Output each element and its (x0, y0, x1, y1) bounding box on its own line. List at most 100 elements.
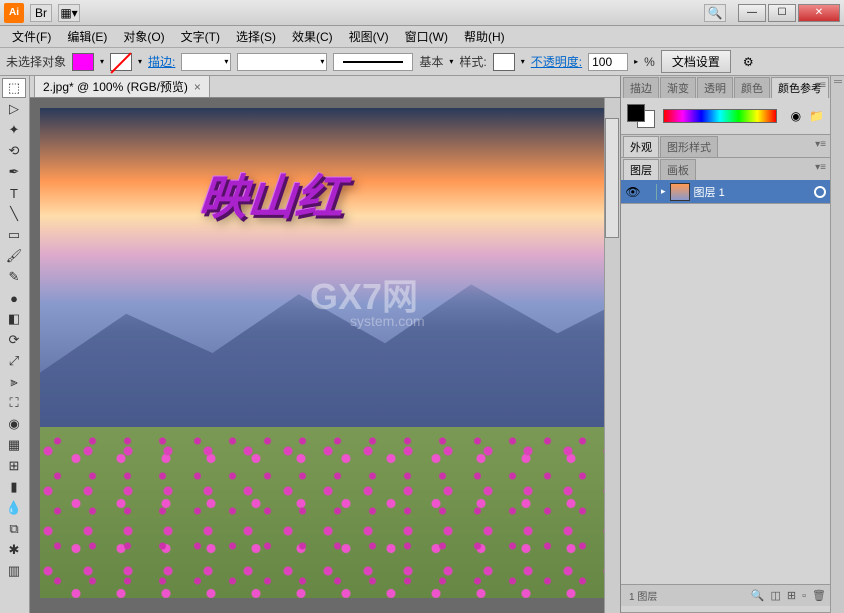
artboard[interactable]: 映山红 GX7网 system.com (40, 108, 615, 598)
layers-empty-area (621, 204, 830, 584)
tab-transparency[interactable]: 透明 (697, 77, 733, 98)
stroke-dropdown-icon[interactable]: ▾ (138, 57, 142, 66)
new-group-icon[interactable]: 📁 (809, 109, 824, 123)
panel-menu-icon[interactable]: ▾≡ (815, 80, 826, 91)
graph-tool[interactable]: ▥ (2, 561, 26, 581)
tab-appearance[interactable]: 外观 (623, 136, 659, 157)
clipping-mask-icon[interactable]: ◫ (771, 589, 781, 602)
free-transform-tool[interactable]: ⛶ (2, 393, 26, 413)
expand-layer-icon[interactable]: ▸ (661, 186, 666, 197)
appearance-panel-group: 外观 图形样式 ▾≡ (621, 135, 830, 158)
gradient-tool[interactable]: ▮ (2, 477, 26, 497)
options-bar: 未选择对象 ▾ ▾ 描边: 基本 ▾ 样式: ▾ 不透明度: ▸ % 文档设置 … (0, 48, 844, 76)
menu-help[interactable]: 帮助(H) (456, 26, 513, 47)
menu-select[interactable]: 选择(S) (228, 26, 284, 47)
tab-color[interactable]: 颜色 (734, 77, 770, 98)
brush-definition[interactable] (333, 53, 413, 71)
menu-effect[interactable]: 效果(C) (284, 26, 341, 47)
arrange-icon[interactable]: ▦▾ (58, 4, 80, 22)
variable-width-profile[interactable] (237, 53, 327, 71)
eraser-tool[interactable]: ◧ (2, 309, 26, 329)
tab-stroke[interactable]: 描边 (623, 77, 659, 98)
style-swatch[interactable] (493, 53, 515, 71)
minimize-button[interactable]: — (738, 4, 766, 22)
stroke-label[interactable]: 描边: (148, 53, 175, 70)
style-dropdown-icon[interactable]: ▾ (521, 57, 525, 66)
scale-tool[interactable]: ⤢ (2, 351, 26, 371)
mesh-tool[interactable]: ⊞ (2, 456, 26, 476)
blend-tool[interactable]: ⧉ (2, 519, 26, 539)
search-icon[interactable]: 🔍 (704, 4, 726, 22)
document-setup-button[interactable]: 文档设置 (661, 50, 731, 73)
pencil-tool[interactable]: ✎ (2, 267, 26, 287)
menu-object[interactable]: 对象(O) (115, 26, 172, 47)
menu-window[interactable]: 窗口(W) (397, 26, 456, 47)
canvas-viewport[interactable]: 映山红 GX7网 system.com (30, 98, 620, 613)
pen-tool[interactable]: ✒ (2, 162, 26, 182)
color-fg-bg[interactable] (627, 104, 655, 128)
magic-wand-tool[interactable]: ✦ (2, 120, 26, 140)
maximize-button[interactable]: ☐ (768, 4, 796, 22)
opacity-slider-icon[interactable]: ▸ (634, 57, 638, 66)
layer-count: 1 图层 (629, 588, 657, 603)
panel-menu-icon[interactable]: ▾≡ (815, 162, 826, 173)
menubar: 文件(F) 编辑(E) 对象(O) 文字(T) 选择(S) 效果(C) 视图(V… (0, 26, 844, 48)
close-tab-icon[interactable]: × (194, 80, 201, 94)
color-spectrum[interactable] (663, 109, 777, 123)
layer-name[interactable]: 图层 1 (694, 184, 810, 200)
panels-area: 描边 渐变 透明 颜色 颜色参考 ▾≡ ◉ (620, 76, 830, 613)
rectangle-tool[interactable]: ▭ (2, 225, 26, 245)
stroke-swatch[interactable] (110, 53, 132, 71)
bridge-icon[interactable]: Br (30, 4, 52, 22)
layer-row[interactable]: 👁 ▸ 图层 1 (621, 180, 830, 204)
tab-gradient[interactable]: 渐变 (660, 77, 696, 98)
stroke-weight-input[interactable] (181, 53, 231, 71)
locate-object-icon[interactable]: 🔍 (751, 589, 765, 602)
layer-target-icon[interactable] (814, 186, 826, 198)
image-flowers (40, 427, 615, 599)
toolbox: ⬚ ▷ ✦ ⟲ ✒ T ╲ ▭ 🖌 ✎ ● ◧ ⟳ ⤢ ⫸ ⛶ ◉ ▦ ⊞ ▮ … (0, 76, 30, 613)
menu-type[interactable]: 文字(T) (173, 26, 228, 47)
opacity-unit: % (644, 55, 655, 69)
fg-color-swatch[interactable] (627, 104, 645, 122)
preferences-icon[interactable]: ⚙ (743, 55, 754, 69)
new-layer-icon[interactable]: ▫ (802, 590, 806, 602)
scrollbar-thumb[interactable] (605, 118, 619, 238)
lasso-tool[interactable]: ⟲ (2, 141, 26, 161)
visibility-toggle-icon[interactable]: 👁 (625, 184, 641, 200)
document-tab[interactable]: 2.jpg* @ 100% (RGB/预览) × (34, 75, 210, 97)
brush-dropdown-icon[interactable]: ▾ (449, 57, 453, 66)
vertical-scrollbar[interactable] (604, 98, 620, 613)
perspective-tool[interactable]: ▦ (2, 435, 26, 455)
panel-menu-icon[interactable]: ▾≡ (815, 139, 826, 150)
menu-edit[interactable]: 编辑(E) (59, 26, 115, 47)
tab-graphic-styles[interactable]: 图形样式 (660, 136, 718, 157)
tab-artboards[interactable]: 画板 (660, 159, 696, 180)
symbol-sprayer-tool[interactable]: ✱ (2, 540, 26, 560)
brush-label: 基本 (419, 53, 443, 70)
delete-layer-icon[interactable]: 🗑 (812, 589, 826, 602)
menu-view[interactable]: 视图(V) (341, 26, 397, 47)
dock-grip-icon[interactable] (834, 80, 842, 83)
menu-file[interactable]: 文件(F) (4, 26, 59, 47)
opacity-input[interactable] (588, 53, 628, 71)
blob-brush-tool[interactable]: ● (2, 288, 26, 308)
selection-tool[interactable]: ⬚ (2, 78, 26, 98)
type-tool[interactable]: T (2, 183, 26, 203)
layer-thumbnail (670, 183, 690, 201)
paintbrush-tool[interactable]: 🖌 (2, 246, 26, 266)
fill-dropdown-icon[interactable]: ▾ (100, 57, 104, 66)
tab-layers[interactable]: 图层 (623, 159, 659, 180)
fill-swatch[interactable] (72, 53, 94, 71)
close-button[interactable]: ✕ (798, 4, 840, 22)
panel-dock[interactable] (830, 76, 844, 613)
line-tool[interactable]: ╲ (2, 204, 26, 224)
new-sublayer-icon[interactable]: ⊞ (787, 589, 796, 602)
rotate-tool[interactable]: ⟳ (2, 330, 26, 350)
opacity-label[interactable]: 不透明度: (531, 53, 582, 70)
eyedropper-tool[interactable]: 💧 (2, 498, 26, 518)
shape-builder-tool[interactable]: ◉ (2, 414, 26, 434)
color-wheel-icon[interactable]: ◉ (791, 109, 801, 123)
direct-selection-tool[interactable]: ▷ (2, 99, 26, 119)
width-tool[interactable]: ⫸ (2, 372, 26, 392)
